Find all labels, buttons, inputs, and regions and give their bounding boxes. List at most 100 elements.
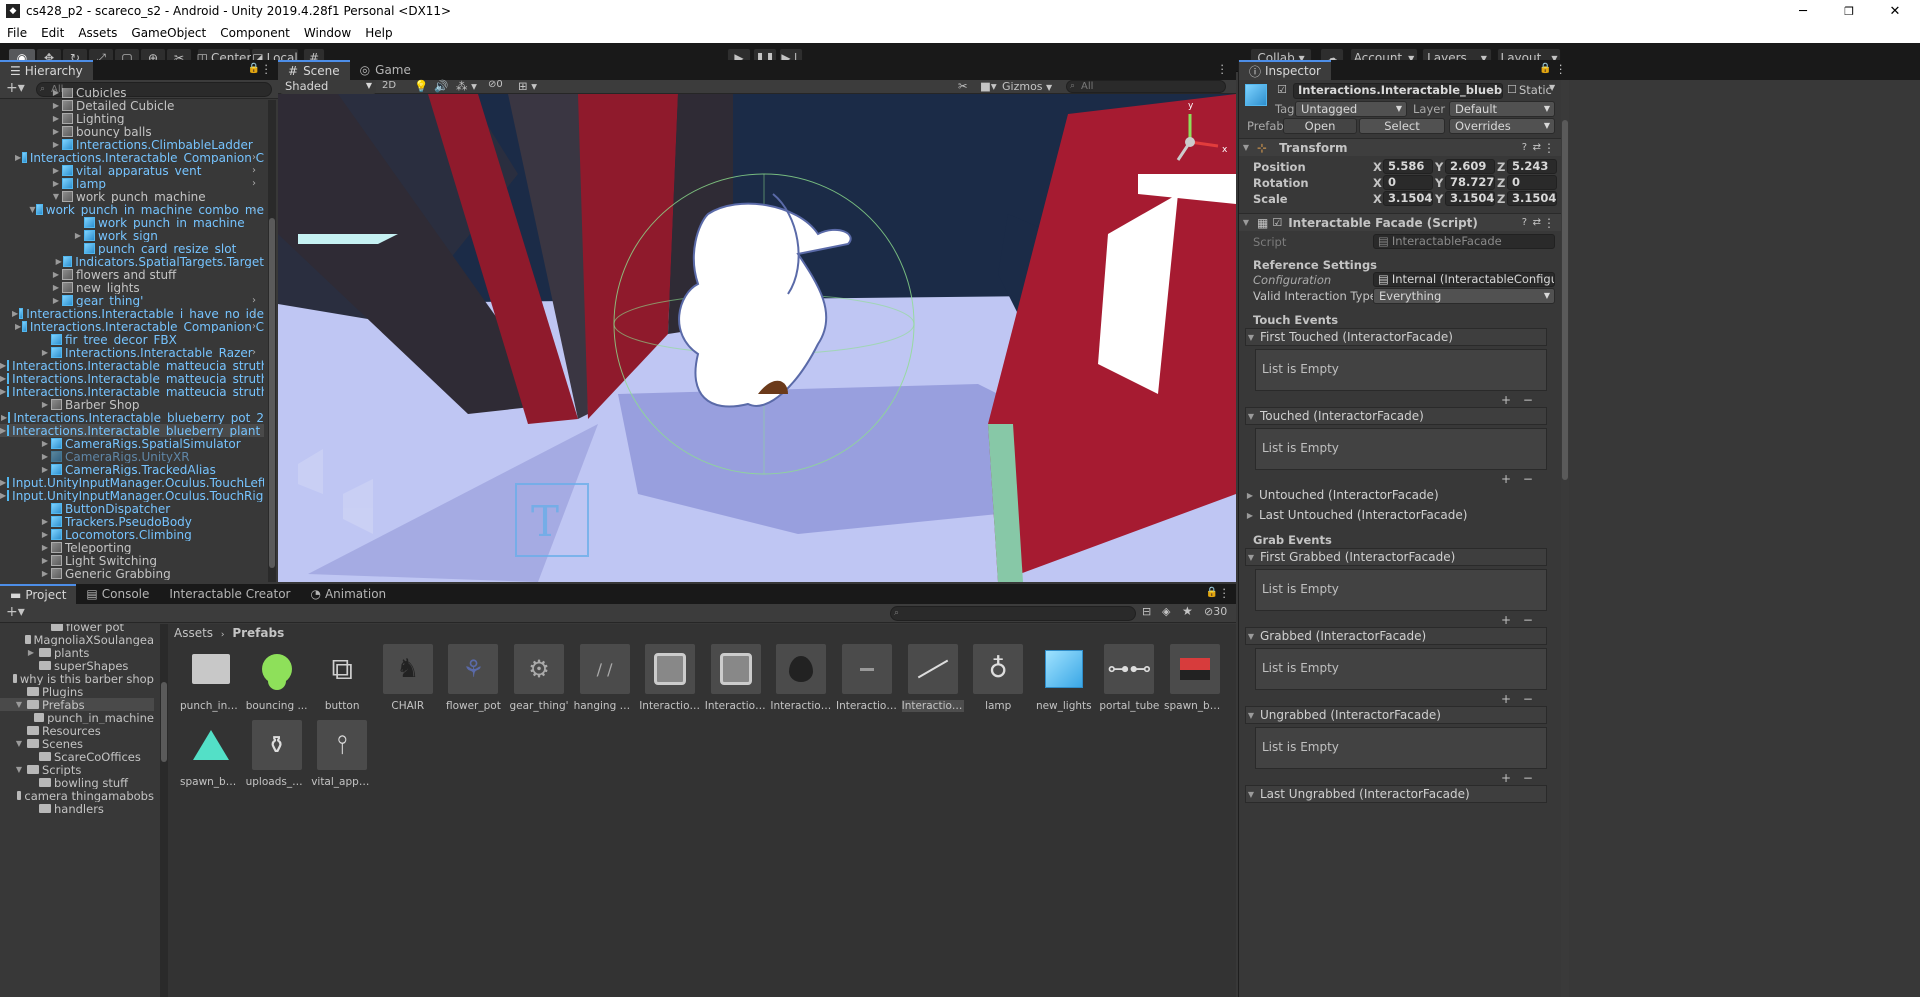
audio-toggle-icon[interactable]: 🔊 [434, 79, 448, 93]
open-prefab-chevron-icon[interactable]: › [252, 347, 256, 358]
open-prefab-chevron-icon[interactable]: › [252, 165, 256, 176]
transform-scale-y-field[interactable]: 3.1504 [1445, 191, 1495, 206]
lock-icon[interactable]: 🔒 [248, 63, 260, 74]
preset-icon[interactable]: ⇄ [1533, 142, 1541, 153]
hierarchy-row[interactable]: ▶ Interactions.Interactable_Razer › [0, 346, 264, 359]
expand-arrow-icon[interactable]: ▼ [51, 192, 61, 201]
event-header[interactable]: ▼ First Touched (InteractorFacade) [1245, 328, 1547, 346]
asset-item[interactable]: ♞ CHAIR [377, 644, 439, 714]
component-enabled-checkbox[interactable]: ☑ [1272, 216, 1282, 229]
active-checkbox[interactable]: ☑ [1277, 83, 1287, 96]
expand-arrow-icon[interactable]: ▶ [40, 439, 50, 448]
project-folder-row[interactable]: ScareCoOffices [0, 750, 154, 763]
expand-arrow-icon[interactable]: ▶ [1, 413, 7, 422]
hierarchy-row[interactable]: ▶ Teleporting [0, 541, 264, 554]
expand-arrow-icon[interactable]: ▶ [1245, 491, 1255, 500]
asset-item[interactable]: Interaction... [901, 644, 964, 714]
tab-project[interactable]: ▬ Project [0, 584, 77, 604]
scrollbar-thumb[interactable] [161, 682, 167, 762]
add-listener-button[interactable]: + [1501, 393, 1511, 407]
expand-arrow-icon[interactable]: ▶ [51, 179, 61, 188]
expand-arrow-icon[interactable]: ▶ [0, 491, 6, 500]
event-header[interactable]: ▼ Ungrabbed (InteractorFacade) [1245, 706, 1547, 724]
asset-item[interactable]: Interaction... [836, 644, 898, 714]
project-folder-row[interactable]: why is this barber shop [0, 672, 154, 685]
collapse-arrow-icon[interactable]: ▼ [1246, 632, 1256, 641]
expand-arrow-icon[interactable]: ▼ [14, 765, 24, 774]
menu-help[interactable]: Help [358, 26, 399, 40]
expand-arrow-icon[interactable]: ▶ [40, 517, 50, 526]
transform-scale-z-field[interactable]: 3.1504 [1507, 191, 1557, 206]
hierarchy-row[interactable]: ▶ Interactions.Interactable_blueberry_pla… [0, 424, 264, 437]
layer-dropdown[interactable]: Default ▼ [1449, 101, 1555, 117]
interactable-facade-header[interactable]: ▼ ▦ ☑ Interactable Facade (Script) ? ⇄ ⋮ [1239, 213, 1561, 231]
hierarchy-row[interactable]: ▶ Generic Grabbing [0, 567, 264, 580]
hidden-packages-icon[interactable]: ⊘30 [1204, 605, 1227, 618]
expand-arrow-icon[interactable]: ▶ [55, 257, 63, 266]
add-listener-button[interactable]: + [1501, 692, 1511, 706]
expand-arrow-icon[interactable]: ▶ [0, 426, 6, 435]
kebab-menu-icon[interactable]: ⋮ [1555, 62, 1567, 76]
hierarchy-row[interactable]: ▶ Interactions.Interactable_matteucia_str… [0, 385, 264, 398]
expand-arrow-icon[interactable]: ▶ [51, 114, 61, 123]
axis-x-label[interactable]: X [1373, 192, 1382, 206]
axis-x-label[interactable]: X [1373, 176, 1382, 190]
hierarchy-row[interactable]: fir_tree_decor_FBX [0, 333, 264, 346]
event-header[interactable]: ▶ Last Untouched (InteractorFacade) [1245, 506, 1547, 524]
hidden-objects-icon[interactable]: ⊘0 [488, 79, 503, 90]
hierarchy-row[interactable]: ▶ Locomotors.Climbing [0, 528, 264, 541]
expand-arrow-icon[interactable]: ▶ [40, 348, 50, 357]
asset-item[interactable]: ⚘ flower_pot [442, 644, 504, 714]
asset-item[interactable]: ⚙ gear_thing' [508, 644, 570, 714]
add-listener-button[interactable]: + [1501, 472, 1511, 486]
expand-arrow-icon[interactable]: ▶ [51, 140, 61, 149]
lock-icon[interactable]: 🔒 [1206, 587, 1218, 598]
tag-dropdown[interactable]: Untagged ▼ [1295, 101, 1407, 117]
transform-rotation-x-field[interactable]: 0 [1383, 175, 1433, 190]
hierarchy-row[interactable]: ▶ Detailed Cubicle [0, 99, 264, 112]
expand-arrow-icon[interactable]: ▶ [51, 166, 61, 175]
filter-type-icon[interactable]: ⊟ [1142, 605, 1151, 618]
expand-arrow-icon[interactable]: ▶ [0, 361, 6, 370]
hierarchy-row[interactable]: ▶ work_sign [0, 229, 264, 242]
prefab-select-button[interactable]: Select [1359, 118, 1445, 134]
asset-item[interactable]: ⊶⊷ portal_tube [1098, 644, 1160, 714]
project-folder-row[interactable]: camera thingamabobs [0, 789, 154, 802]
expand-arrow-icon[interactable]: ▶ [40, 543, 50, 552]
expand-arrow-icon[interactable]: ▶ [51, 101, 61, 110]
2d-toggle[interactable]: 2D [382, 80, 396, 91]
asset-item[interactable]: spawn_but... [180, 720, 242, 790]
project-folder-row[interactable]: handlers [0, 802, 154, 815]
transform-position-y-field[interactable]: 2.609 [1445, 159, 1495, 174]
asset-item[interactable]: Interaction... [705, 644, 767, 714]
axis-x-label[interactable]: X [1373, 160, 1382, 174]
axis-z-label[interactable]: Z [1497, 176, 1505, 190]
asset-item[interactable]: spawn_but... [1164, 644, 1226, 714]
expand-arrow-icon[interactable]: ▶ [40, 556, 50, 565]
tab-console[interactable]: ▤ Console [76, 584, 159, 604]
expand-arrow-icon[interactable]: ▶ [26, 648, 36, 657]
lighting-toggle-icon[interactable]: 💡 [414, 79, 428, 93]
expand-arrow-icon[interactable]: ▶ [0, 387, 6, 396]
transform-scale-x-field[interactable]: 3.1504 [1383, 191, 1433, 206]
shading-mode-dropdown[interactable]: Shaded ▼ [280, 80, 376, 94]
axis-y-label[interactable]: Y [1435, 160, 1443, 174]
asset-item[interactable]: Interaction... [639, 644, 701, 714]
axis-y-label[interactable]: Y [1435, 176, 1443, 190]
hierarchy-row[interactable]: ▶ CameraRigs.SpatialSimulator [0, 437, 264, 450]
tab-game[interactable]: ◎ Game [350, 60, 421, 80]
asset-item[interactable]: bouncing ... [246, 644, 308, 714]
hierarchy-row[interactable]: work_punch_in_machine [0, 216, 264, 229]
scrollbar-thumb[interactable] [269, 218, 275, 568]
hierarchy-row[interactable]: ▶ Indicators.SpatialTargets.Target [0, 255, 264, 268]
favorite-star-icon[interactable]: ★ [1182, 604, 1193, 618]
expand-arrow-icon[interactable]: ▶ [51, 88, 61, 97]
kebab-menu-icon[interactable]: ⋮ [1543, 141, 1555, 155]
hierarchy-row[interactable]: ▶ Trackers.PseudoBody [0, 515, 264, 528]
remove-listener-button[interactable]: − [1519, 613, 1533, 627]
expand-arrow-icon[interactable]: ▶ [12, 309, 18, 318]
hierarchy-row[interactable]: ▶ Interactions.Interactable_matteucia_str… [0, 372, 264, 385]
asset-item[interactable]: ⚱ uploads_fil... [246, 720, 308, 790]
expand-arrow-icon[interactable]: ▶ [40, 530, 50, 539]
open-prefab-chevron-icon[interactable]: › [252, 204, 256, 215]
